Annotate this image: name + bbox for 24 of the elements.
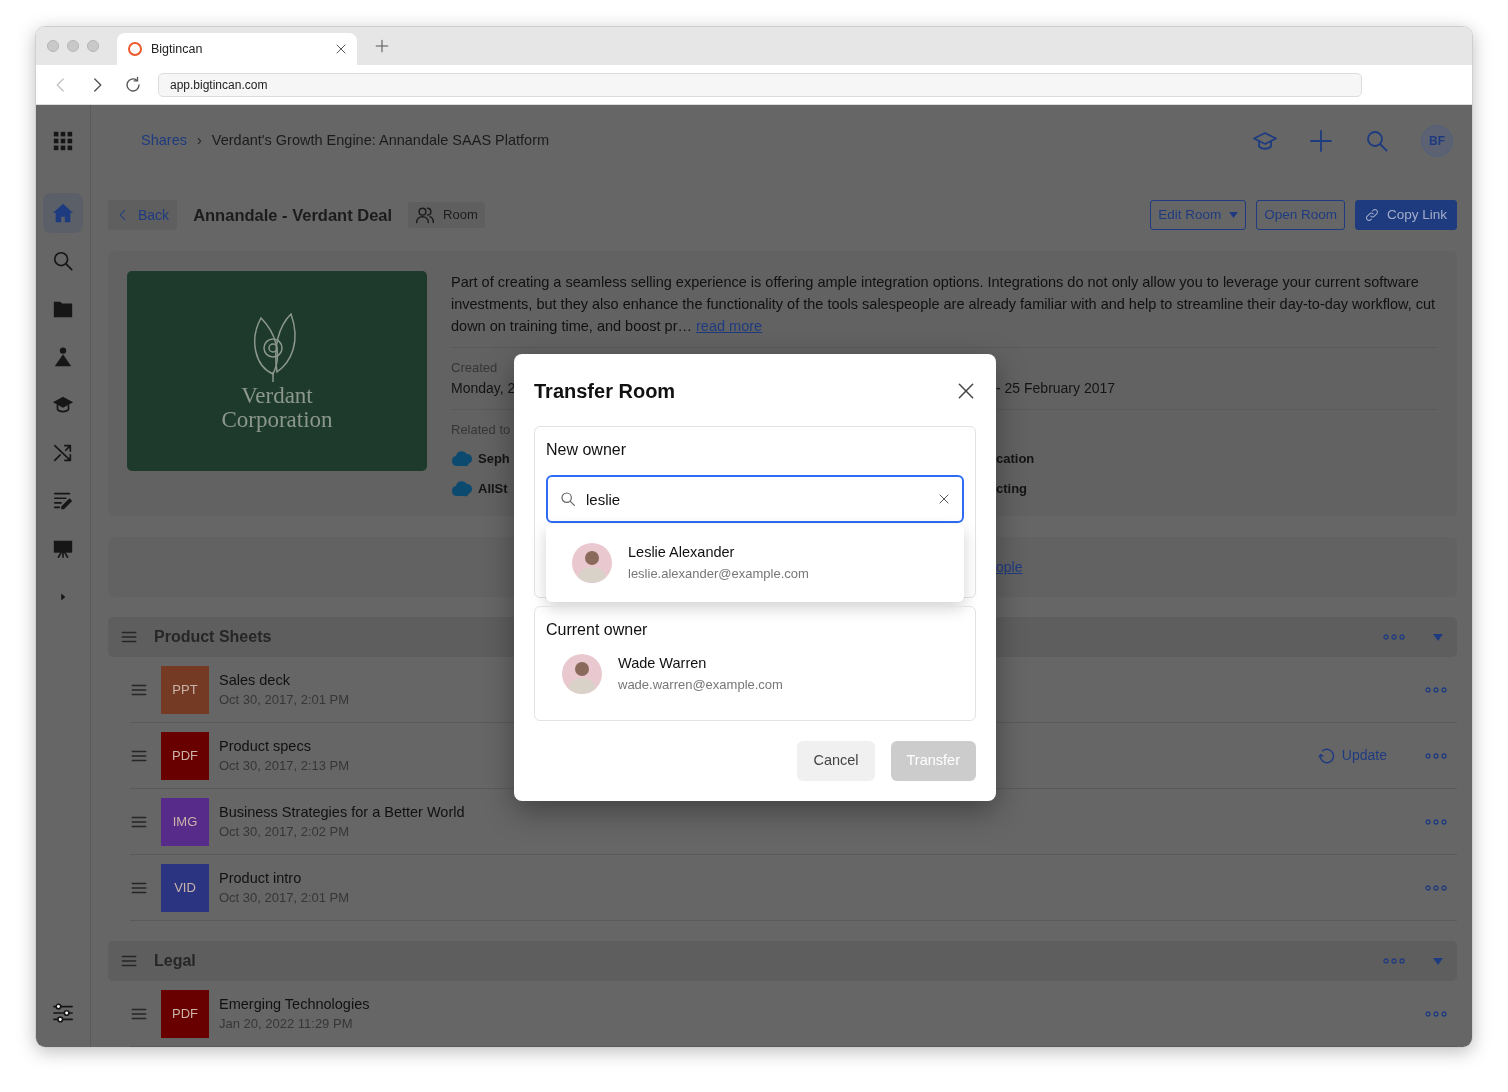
file-type-tile: IMG <box>161 797 209 846</box>
field-value: Monday, 2 <box>451 378 514 398</box>
logo-text: Corporation <box>221 408 333 432</box>
file-type-tile: PDF <box>161 989 209 1038</box>
file-type-tile: PDF <box>161 731 209 780</box>
breadcrumb-current: Verdant's Growth Engine: Annandale SAAS Platform <box>211 131 550 151</box>
field-value: - 25 February 2017 <box>996 378 1116 398</box>
description-text: Part of creating a seamless selling experience is offering ample integration options. Integrations do not only allow you to leverage your current software investments, but they also enhance the functionality of the tools salespeople are already familiar with and help to streamline their day-to-day workflow, cut down on training time, and boost pr… read more <box>451 271 1438 348</box>
breadcrumb-separator: › <box>196 131 202 151</box>
dialog-title: Transfer Room <box>534 379 676 403</box>
section-title: Product Sheets <box>154 627 272 647</box>
person-name: Leslie Alexander <box>628 543 736 562</box>
person-email: wade.warren@example.com <box>618 676 783 694</box>
file-type-tile: PPT <box>161 665 209 714</box>
card-title: Current owner <box>546 620 649 640</box>
section-title: Legal <box>154 951 196 971</box>
person-email: leslie.alexander@example.com <box>628 565 809 583</box>
logo-text: Verdant <box>241 384 313 408</box>
tab-title: Bigtincan <box>151 40 203 58</box>
tag-label: Room <box>443 206 478 225</box>
file-type-tile: VID <box>161 863 209 912</box>
card-title: New owner <box>546 440 628 460</box>
room-title: Annandale - Verdant Deal <box>193 204 393 226</box>
person-name: Wade Warren <box>618 654 708 673</box>
